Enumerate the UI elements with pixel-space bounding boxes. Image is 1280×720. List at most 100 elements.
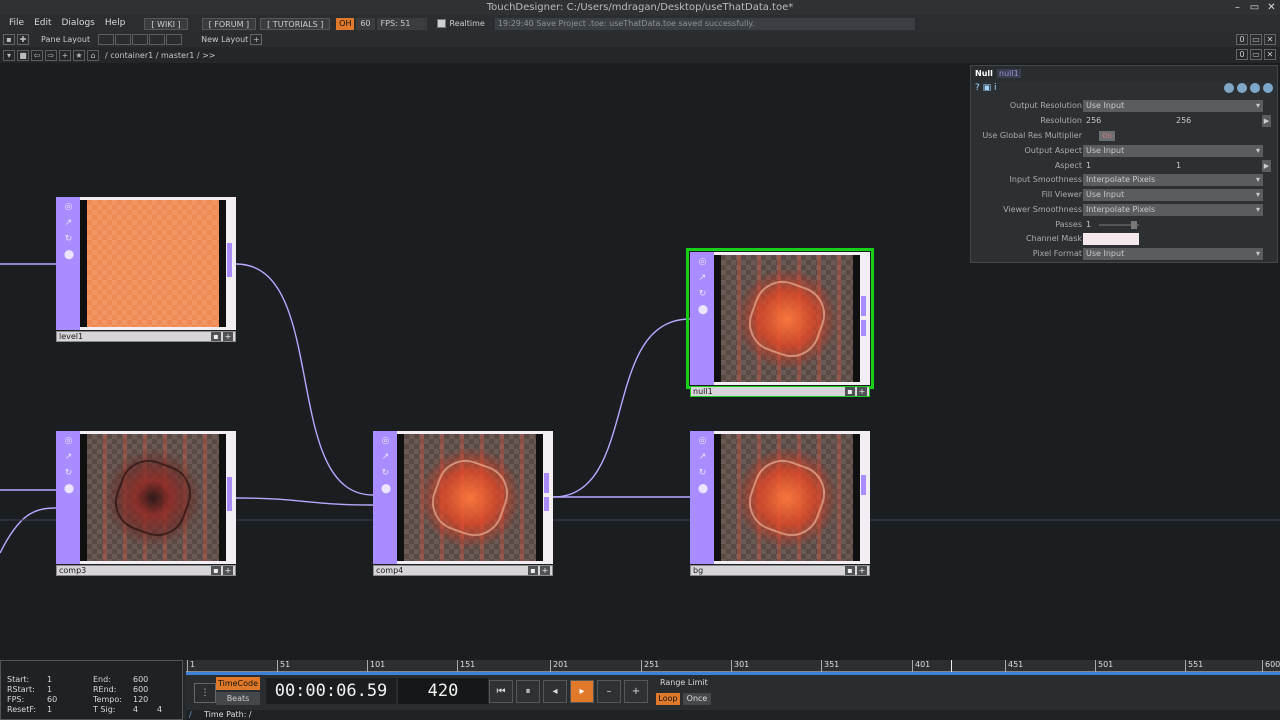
layout-grid-icon[interactable] [166, 34, 183, 45]
timeline-ruler[interactable]: 1 51 101 151 201 251 301 351 401 451 501… [186, 660, 1280, 672]
layout-single-icon[interactable] [98, 34, 115, 45]
add-icon[interactable]: + [59, 49, 71, 61]
output-connector-2[interactable] [861, 320, 866, 336]
node-viewer-icon[interactable]: ▪ [845, 566, 855, 575]
viewer-toggle-icon[interactable]: ◎ [64, 437, 73, 446]
playhead[interactable] [951, 660, 952, 672]
lock-icon[interactable]: ↻ [381, 469, 390, 478]
output-resolution-menu[interactable]: Use Input [1083, 100, 1263, 112]
node-viewer-icon[interactable]: ▪ [211, 566, 221, 575]
pane-zero-icon[interactable]: 0 [1236, 34, 1248, 45]
help-icon[interactable]: ? ▣ i [975, 83, 997, 93]
back-icon[interactable]: ⇦ [31, 49, 43, 61]
node-add-icon[interactable]: + [857, 566, 867, 575]
bypass-icon[interactable]: ↗ [64, 219, 73, 228]
home-icon[interactable]: ⌂ [87, 49, 99, 61]
pane-menu-icon[interactable]: ▪ [3, 34, 15, 45]
node-viewer-icon[interactable]: ▪ [211, 332, 221, 341]
rend-field[interactable]: 600 [133, 685, 148, 694]
global-res-toggle[interactable]: On [1099, 131, 1115, 141]
display-flag-icon[interactable]: ⬤ [381, 485, 391, 494]
tempo-field[interactable]: 120 [133, 695, 148, 704]
add-layout-icon[interactable]: + [250, 34, 263, 45]
output-connector[interactable] [227, 477, 232, 511]
channel-mask-swatch[interactable] [1083, 233, 1139, 245]
node-level1[interactable]: ◎ ↗ ↻ ⬤ level1 ▪ + [56, 197, 236, 343]
viewer-toggle-icon[interactable]: ◎ [64, 203, 73, 212]
node-viewer-icon[interactable]: ▪ [528, 566, 538, 575]
aspect-x-field[interactable]: 1 [1086, 160, 1091, 172]
output-connector[interactable] [861, 296, 866, 316]
forward-icon[interactable]: ⇨ [45, 49, 57, 61]
tutorials-link[interactable]: [ TUTORIALS ] [260, 17, 331, 30]
layout-triple-icon[interactable] [132, 34, 149, 45]
comment-icon[interactable] [1224, 83, 1234, 93]
display-flag-icon[interactable]: ⬤ [698, 485, 708, 494]
node-add-icon[interactable]: + [223, 566, 233, 575]
play-reverse-button[interactable]: ◂ [543, 680, 567, 703]
display-flag-icon[interactable]: ⬤ [64, 485, 74, 494]
timecode-display[interactable]: 00:00:06.59 [266, 678, 396, 704]
output-connector-2[interactable] [544, 497, 549, 511]
network-path[interactable]: / container1 / master1 / >> [105, 51, 216, 60]
menu-file[interactable]: File [4, 15, 29, 32]
node-name[interactable]: comp4 [376, 566, 403, 575]
node-bg[interactable]: ◎ ↗ ↻ ⬤ bg ▪ + [690, 431, 870, 577]
realtime-toggle[interactable]: Realtime [436, 19, 485, 28]
once-button[interactable]: Once [683, 693, 711, 705]
path-zero-icon[interactable]: 0 [1236, 49, 1248, 60]
path-maximize-icon[interactable]: ▭ [1250, 49, 1262, 60]
viewer-toggle-icon[interactable]: ◎ [698, 258, 707, 267]
menu-dialogs[interactable]: Dialogs [57, 15, 100, 32]
node-name[interactable]: level1 [59, 332, 83, 341]
pane-close-icon[interactable]: ✕ [1264, 34, 1276, 45]
layout-split-icon[interactable] [115, 34, 132, 45]
fps-field[interactable]: 60 [47, 695, 57, 704]
time-path-label[interactable]: Time Path: / [204, 710, 252, 720]
menu-help[interactable]: Help [100, 15, 131, 32]
expand-arrow-icon[interactable]: ▶ [1262, 160, 1271, 172]
node-name[interactable]: comp3 [59, 566, 86, 575]
step-back-button[interactable]: – [597, 680, 621, 703]
options-icon[interactable] [1263, 83, 1273, 93]
step-forward-button[interactable]: + [624, 680, 648, 703]
passes-field[interactable]: 1 [1086, 219, 1091, 231]
pane-split-icon[interactable]: ✚ [17, 34, 29, 45]
expand-arrow-icon[interactable]: ▶ [1262, 115, 1271, 127]
node-add-icon[interactable]: + [540, 566, 550, 575]
minimize-icon[interactable]: – [1229, 0, 1246, 15]
wiki-icon[interactable] [1250, 83, 1260, 93]
aspect-y-field[interactable]: 1 [1176, 160, 1181, 172]
resolution-h-field[interactable]: 256 [1176, 115, 1191, 127]
lock-icon[interactable]: ↻ [698, 469, 707, 478]
timecode-button[interactable]: TimeCode [216, 677, 260, 690]
end-field[interactable]: 600 [133, 675, 148, 684]
beats-button[interactable]: Beats [216, 692, 260, 705]
operator-name-field[interactable]: null1 [997, 69, 1021, 78]
maximize-icon[interactable]: ▭ [1246, 0, 1263, 15]
pane-type-icon[interactable]: ▾ [3, 49, 15, 61]
new-layout-label[interactable]: New Layout [201, 35, 248, 44]
pause-button[interactable]: ⏸ [516, 680, 540, 703]
node-name[interactable]: null1 [693, 387, 713, 396]
rstart-field[interactable]: 1 [47, 685, 52, 694]
output-aspect-menu[interactable]: Use Input [1083, 145, 1263, 157]
menu-edit[interactable]: Edit [29, 15, 56, 32]
play-forward-button[interactable]: ▸ [570, 680, 594, 703]
viewer-toggle-icon[interactable]: ◎ [698, 437, 707, 446]
display-flag-icon[interactable]: ⬤ [698, 306, 708, 315]
star-icon[interactable]: ★ [73, 49, 85, 61]
bypass-icon[interactable]: ↗ [64, 453, 73, 462]
timeline-options-icon[interactable]: ⋮ [194, 683, 216, 703]
display-flag-icon[interactable]: ⬤ [64, 251, 74, 260]
viewer-toggle-icon[interactable]: ◎ [381, 437, 390, 446]
pane-maximize-icon[interactable]: ▭ [1250, 34, 1262, 45]
input-connector[interactable] [56, 477, 59, 511]
node-add-icon[interactable]: + [857, 387, 867, 396]
tsig-numerator-field[interactable]: 4 [133, 705, 138, 714]
layout-quad-icon[interactable] [149, 34, 166, 45]
bypass-icon[interactable]: ↗ [381, 453, 390, 462]
node-comp4[interactable]: ◎ ↗ ↻ ⬤ comp4 ▪ + [373, 431, 553, 577]
viewer-smoothness-menu[interactable]: Interpolate Pixels [1083, 204, 1263, 216]
tsig-denominator-field[interactable]: 4 [157, 705, 162, 714]
